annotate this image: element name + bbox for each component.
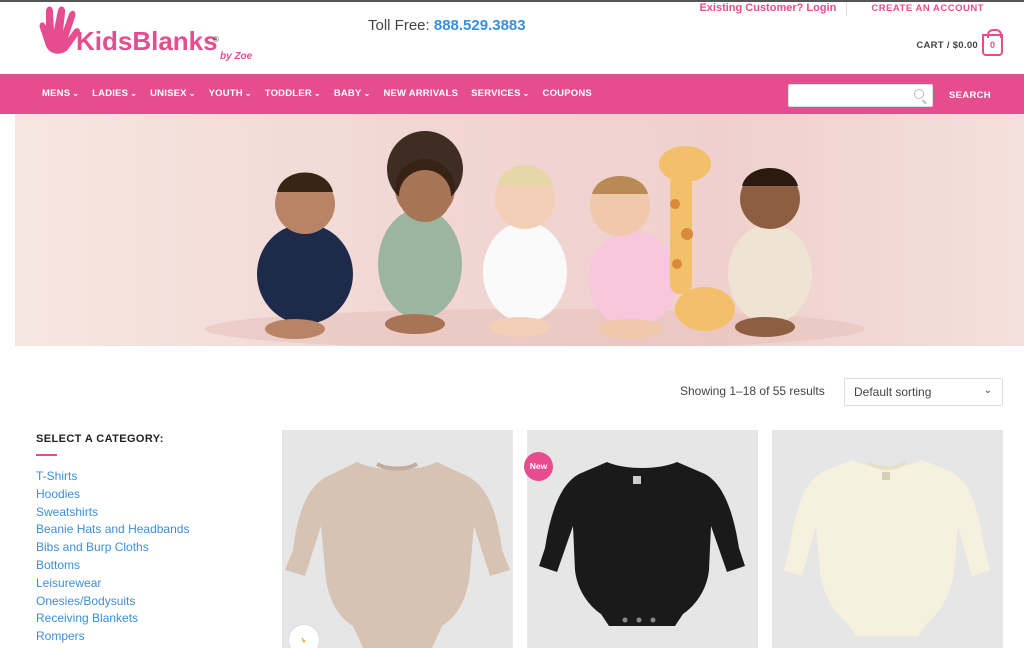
- hero-babies-illustration: [205, 131, 865, 346]
- product-card[interactable]: [282, 430, 513, 648]
- sort-select[interactable]: Default sorting ⌄: [844, 378, 1003, 406]
- search-input[interactable]: [788, 84, 933, 107]
- nav-item-youth[interactable]: YOUTH ⌄: [209, 88, 252, 99]
- new-badge: New: [524, 452, 553, 481]
- nav-item-baby[interactable]: BABY ⌄: [334, 88, 371, 99]
- category-link[interactable]: Bottoms: [36, 557, 189, 575]
- results-count: Showing 1–18 of 55 results: [680, 384, 825, 398]
- product-card[interactable]: [527, 430, 758, 648]
- category-link[interactable]: Hoodies: [36, 486, 189, 504]
- nav-item-unisex[interactable]: UNISEX ⌄: [150, 88, 195, 99]
- sort-selected-value: Default sorting: [854, 385, 932, 399]
- baby-2: [378, 131, 463, 334]
- nav-item-coupons[interactable]: COUPONS: [543, 88, 592, 99]
- heading-divider: [36, 454, 57, 456]
- nav-item-label: SERVICES: [471, 88, 521, 99]
- logo-wordmark: KidsBlanks: [76, 26, 218, 56]
- create-account-link[interactable]: CREATE AN ACCOUNT: [847, 2, 984, 16]
- product-card[interactable]: [772, 430, 1003, 648]
- chevron-down-icon: ⌄: [522, 89, 530, 98]
- category-list: T-Shirts Hoodies Sweatshirts Beanie Hats an…: [36, 468, 189, 646]
- product-image: [539, 462, 745, 626]
- category-link[interactable]: Beanie Hats and Headbands: [36, 521, 189, 539]
- chevron-down-icon: ⌄: [72, 89, 80, 98]
- product-image: [784, 460, 990, 636]
- nav-item-services[interactable]: SERVICES ⌄: [471, 88, 529, 99]
- nav-item-mens[interactable]: MENS ⌄: [42, 88, 79, 99]
- brand-badge-icon: 🦒: [288, 624, 320, 648]
- nav-item-label: COUPONS: [542, 88, 592, 99]
- category-heading: SELECT A CATEGORY:: [36, 433, 164, 445]
- chevron-down-icon: ⌄: [188, 89, 196, 98]
- toll-free-number[interactable]: 888.529.3883: [434, 17, 526, 34]
- nav-item-label: BABY: [333, 88, 362, 99]
- category-link[interactable]: Receiving Blankets: [36, 610, 189, 628]
- chevron-down-icon: ⌄: [244, 89, 252, 98]
- chevron-down-icon: ⌄: [313, 89, 321, 98]
- cart-bag-icon[interactable]: 0: [982, 29, 1003, 56]
- logo-byline: by Zoe: [220, 51, 253, 62]
- search-button[interactable]: SEARCH: [938, 84, 1002, 107]
- category-link[interactable]: Leisurewear: [36, 575, 189, 593]
- toll-free-label: Toll Free:: [368, 17, 430, 34]
- product-image: [285, 462, 510, 648]
- baby-5: [728, 168, 812, 337]
- chevron-down-icon: ⌄: [983, 385, 992, 396]
- chevron-down-icon: ⌄: [130, 89, 138, 98]
- category-link[interactable]: Rompers: [36, 628, 189, 646]
- nav-item-label: NEW ARRIVALS: [383, 88, 459, 99]
- category-link[interactable]: Onesies/Bodysuits: [36, 593, 189, 611]
- account-links: Existing Customer? Login CREATE AN ACCOU…: [699, 2, 984, 16]
- login-link[interactable]: Existing Customer? Login: [699, 2, 848, 16]
- cart-link[interactable]: CART / $0.00: [916, 40, 978, 51]
- category-link[interactable]: Sweatshirts: [36, 504, 189, 522]
- nav-item-label: MENS: [42, 88, 71, 99]
- category-link[interactable]: Bibs and Burp Cloths: [36, 539, 189, 557]
- nav-item-new-arrivals[interactable]: NEW ARRIVALS: [383, 88, 458, 99]
- nav-item-label: YOUTH: [208, 88, 243, 99]
- nav-item-label: TODDLER: [264, 88, 312, 99]
- category-link[interactable]: T-Shirts: [36, 468, 189, 486]
- kidsblanks-logo[interactable]: KidsBlanks ® by Zoe: [36, 4, 266, 66]
- search-icon[interactable]: [914, 89, 924, 99]
- toll-free: Toll Free: 888.529.3883: [368, 17, 526, 34]
- nav-item-toddler[interactable]: TODDLER ⌄: [265, 88, 321, 99]
- nav-item-ladies[interactable]: LADIES ⌄: [92, 88, 137, 99]
- hero-banner: [15, 114, 1024, 346]
- nav-item-label: UNISEX: [150, 88, 187, 99]
- nav-item-label: LADIES: [92, 88, 129, 99]
- svg-text:®: ®: [213, 35, 219, 44]
- chevron-down-icon: ⌄: [363, 89, 371, 98]
- cart-count: 0: [989, 40, 995, 50]
